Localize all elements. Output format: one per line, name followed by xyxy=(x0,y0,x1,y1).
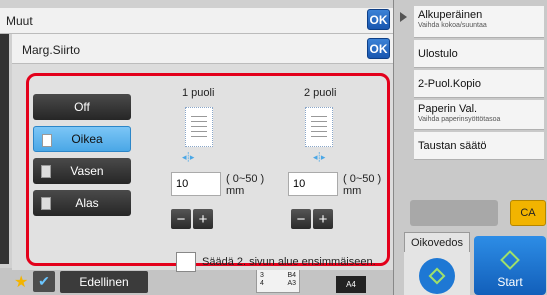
menu-item-label: Ulostulo xyxy=(418,48,458,60)
side2-minus-button[interactable]: − xyxy=(291,209,311,229)
dialog-title: Marg.Siirto xyxy=(22,43,81,57)
side1-label: 1 puoli xyxy=(182,87,215,99)
menu-item-background-adjust[interactable]: Taustan säätö xyxy=(414,132,544,160)
background-left-strip xyxy=(0,34,9,264)
side1-range-text: ( 0~50 ) xyxy=(226,173,265,185)
option-right-button[interactable]: Oikea xyxy=(33,126,131,152)
menu-item-sublabel: Vaihda kokoa/suuntaa xyxy=(418,22,487,29)
align-side2-label: Säädä 2. sivun alue ensimmäiseen. xyxy=(202,256,376,268)
menu-item-output[interactable]: Ulostulo xyxy=(414,40,544,68)
option-off-button[interactable]: Off xyxy=(33,94,131,120)
preview-tab[interactable]: Oikovedos xyxy=(404,232,470,252)
option-label: Alas xyxy=(75,196,99,210)
settings-area: Off Oikea Vasen Alas 1 puoli ◂┊▸ ( 0~50 … xyxy=(26,73,390,272)
side1-range: ( 0~50 ) mm xyxy=(226,173,264,197)
check-icon[interactable]: ✔ xyxy=(33,271,55,292)
menu-item-label: 2-Puol.Kopio xyxy=(418,78,481,90)
menu-item-paper-select[interactable]: Paperin Val. Vaihda paperinsyöttötasoa xyxy=(414,100,544,130)
preview-button[interactable] xyxy=(419,258,455,294)
expand-arrow-icon[interactable] xyxy=(400,12,407,22)
option-left-button[interactable]: Vasen xyxy=(33,158,131,184)
disabled-button xyxy=(410,200,498,226)
start-diamond-icon xyxy=(428,267,446,285)
tray-status: 3 B4 4 A3 xyxy=(256,269,300,293)
side1-margin-input[interactable] xyxy=(171,172,221,196)
ca-button[interactable]: CA xyxy=(510,200,546,226)
menu-item-original[interactable]: Alkuperäinen Vaihda kokoa/suuntaa xyxy=(414,6,544,38)
menu-item-duplex-copy[interactable]: 2-Puol.Kopio xyxy=(414,70,544,98)
page-shift-right-icon xyxy=(305,107,333,147)
menu-item-label: Paperin Val. xyxy=(418,103,478,115)
side2-range: ( 0~50 ) mm xyxy=(343,173,381,197)
menu-item-label: Alkuperäinen xyxy=(418,9,483,21)
right-panel: Alkuperäinen Vaihda kokoa/suuntaa Ulostu… xyxy=(393,0,547,295)
side1-unit: mm xyxy=(226,185,245,197)
background-titlebar: Muut OK xyxy=(0,8,393,34)
document-icon xyxy=(41,165,51,178)
start-label: Start xyxy=(497,275,523,289)
side1-plus-button[interactable]: + xyxy=(193,209,213,229)
option-label: Vasen xyxy=(70,164,104,178)
tray-row: 3 B4 xyxy=(260,272,296,279)
start-diamond-icon xyxy=(500,250,520,270)
menu-item-label: Taustan säätö xyxy=(418,140,487,152)
side2-label: 2 puoli xyxy=(304,87,337,99)
background-title: Muut xyxy=(6,14,33,28)
page-shift-right-icon xyxy=(185,107,213,147)
paper-size-badge: A4 xyxy=(336,276,366,293)
side2-unit: mm xyxy=(343,185,362,197)
background-ok-button[interactable]: OK xyxy=(367,9,390,30)
tray-row: 4 A3 xyxy=(260,280,296,287)
option-down-button[interactable]: Alas xyxy=(33,190,131,216)
document-icon xyxy=(41,197,51,210)
option-label: Oikea xyxy=(71,132,103,146)
dialog-titlebar: Marg.Siirto OK xyxy=(12,34,393,64)
side1-minus-button[interactable]: − xyxy=(171,209,191,229)
side2-margin-input[interactable] xyxy=(288,172,338,196)
dialog-ok-button[interactable]: OK xyxy=(367,38,390,59)
document-icon xyxy=(42,134,52,147)
bottom-bar xyxy=(0,268,393,295)
star-icon[interactable]: ★ xyxy=(14,272,28,292)
side2-plus-button[interactable]: + xyxy=(313,209,333,229)
previous-button[interactable]: Edellinen xyxy=(60,271,148,293)
align-side2-checkbox[interactable] xyxy=(176,252,196,272)
side2-range-text: ( 0~50 ) xyxy=(343,173,382,185)
menu-item-sublabel: Vaihda paperinsyöttötasoa xyxy=(418,116,501,123)
start-button[interactable]: Start xyxy=(474,236,546,295)
option-label: Off xyxy=(74,100,90,114)
shift-arrow-icon: ◂┊▸ xyxy=(313,152,326,162)
shift-arrow-icon: ◂┊▸ xyxy=(182,152,195,162)
